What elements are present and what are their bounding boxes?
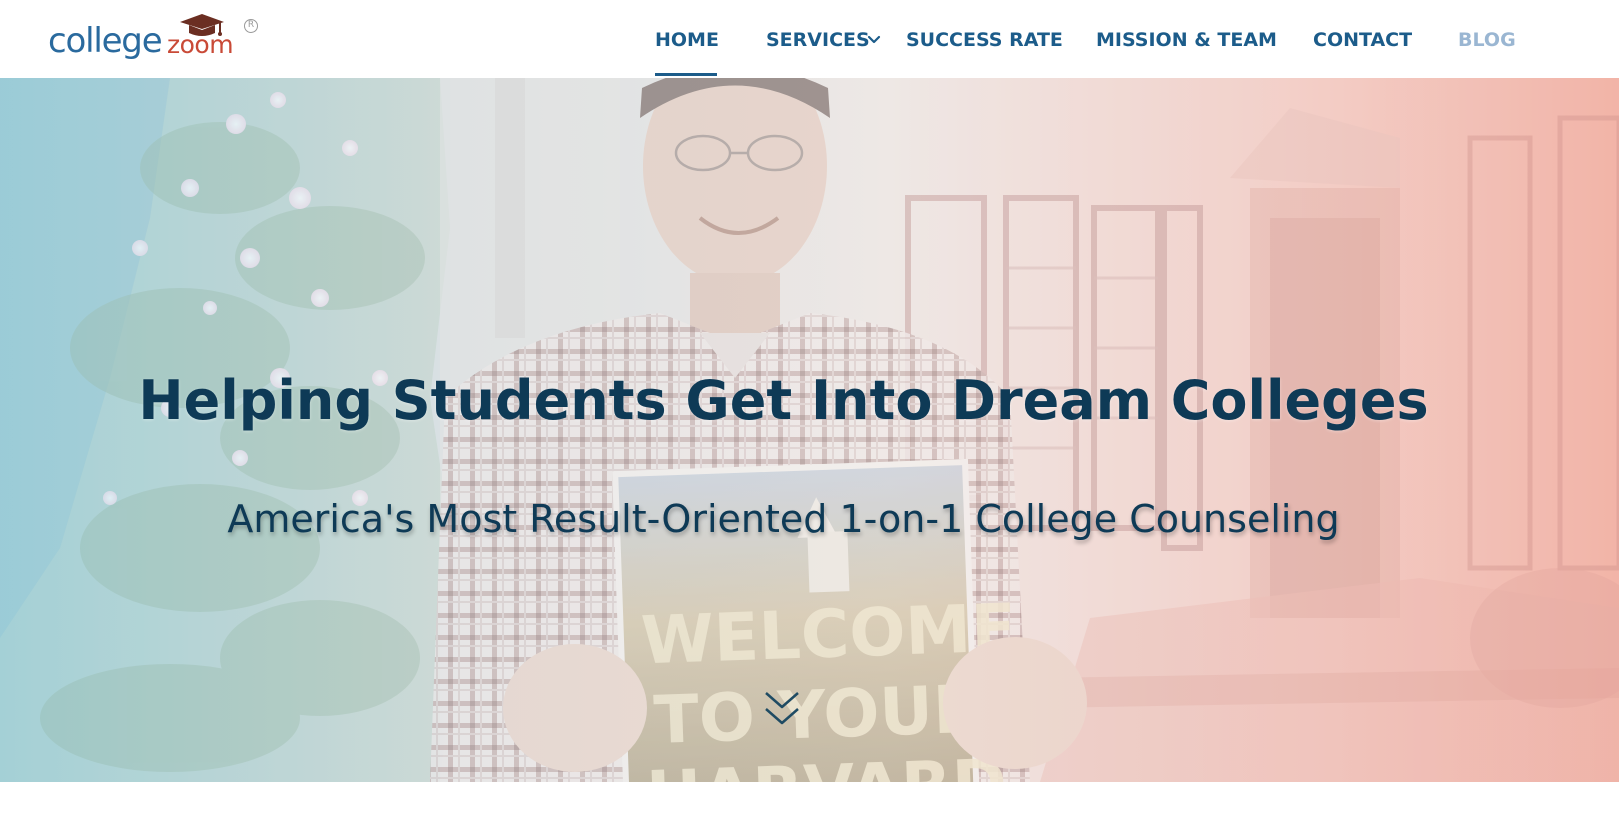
chevron-down-icon[interactable] [866,32,882,48]
site-header: college zoom R HOME SERVICES SUCCESS RAT… [0,0,1619,78]
nav-contact[interactable]: CONTACT [1313,28,1412,52]
graduation-cap-icon [180,14,224,36]
hero-section: WELCOME TO YOUR HARVARD Helping Students… [0,78,1619,782]
hero-title: Helping Students Get Into Dream Colleges [138,369,1429,432]
active-nav-indicator [655,73,717,76]
nav-success-rate[interactable]: SUCCESS RATE [906,28,1063,52]
nav-services[interactable]: SERVICES [766,28,870,52]
collegezoom-logo[interactable]: college zoom R [48,12,268,68]
page-content-area [0,782,1619,827]
registered-trademark-icon: R [244,19,258,33]
logo-wordmark-college: college [48,21,163,61]
nav-home[interactable]: HOME [655,28,719,52]
nav-blog[interactable]: BLOG [1458,28,1516,52]
double-chevron-down-icon[interactable] [762,687,802,731]
nav-mission-team[interactable]: MISSION & TEAM [1096,28,1277,52]
hero-subtitle: America's Most Result-Oriented 1-on-1 Co… [227,497,1340,541]
